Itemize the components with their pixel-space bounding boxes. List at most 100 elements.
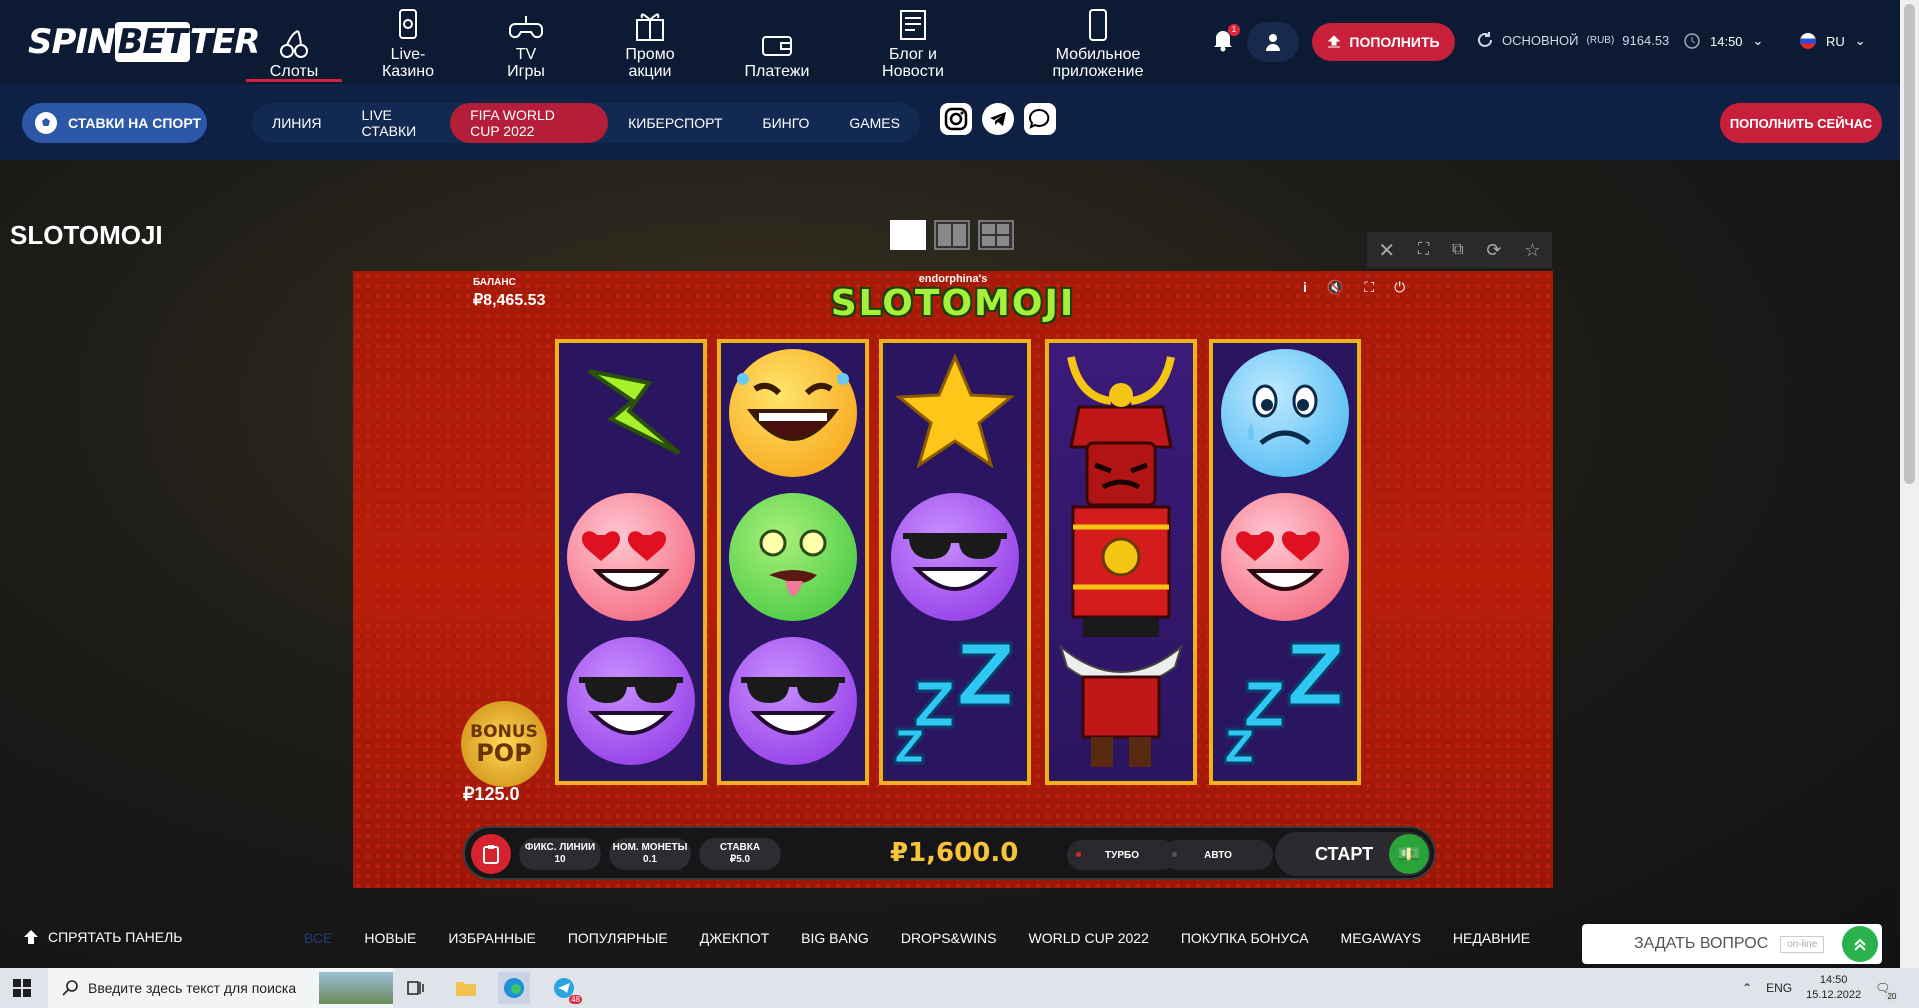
four-layout-button[interactable]: [978, 220, 1014, 250]
auto-toggle[interactable]: АВТО: [1163, 840, 1273, 870]
slot-game-frame[interactable]: БАЛАНС ₽8,465.53 endorphina's SLOTOMOJI …: [353, 271, 1553, 888]
single-layout-button[interactable]: [890, 220, 926, 250]
fullscreen-icon[interactable]: ⛶: [1418, 241, 1429, 259]
tab-games[interactable]: GAMES: [829, 103, 920, 143]
category-new[interactable]: НОВЫЕ: [364, 930, 416, 946]
turbo-toggle[interactable]: ТУРБО: [1067, 840, 1177, 870]
notifications-bell[interactable]: 1: [1212, 24, 1240, 54]
total-bet: ₽1,600.0: [890, 838, 1019, 868]
stake-control[interactable]: СТАВКА ₽5.0: [699, 838, 781, 870]
language-selector[interactable]: RU ⌄: [1800, 33, 1866, 49]
category-big-bang[interactable]: BIG BANG: [801, 930, 869, 946]
category-popular[interactable]: ПОПУЛЯРНЫЕ: [568, 930, 668, 946]
sunglasses-emoji: [889, 491, 1021, 623]
russia-flag-icon: [1800, 33, 1816, 49]
favorite-star-icon[interactable]: ☆: [1524, 240, 1540, 261]
hide-panel-label: СПРЯТАТЬ ПАНЕЛЬ: [48, 929, 183, 945]
category-recent[interactable]: НЕДАВНИЕ: [1453, 930, 1530, 946]
notification-count: 1: [1228, 24, 1240, 36]
nav-promo[interactable]: Промо акции: [610, 8, 690, 80]
telegram-app-icon[interactable]: 48: [548, 972, 582, 1004]
nav-blog[interactable]: Блог и Новости: [868, 8, 958, 80]
account-balance[interactable]: ОСНОВНОЙ (RUB) 9164.53: [1476, 31, 1669, 49]
deposit-button[interactable]: ПОПОЛНИТЬ: [1312, 23, 1455, 61]
ask-question-widget[interactable]: ЗАДАТЬ ВОПРОС on-line: [1582, 924, 1882, 964]
nav-tv-games[interactable]: TV Игры: [486, 8, 566, 80]
expand-chat-icon[interactable]: [1842, 926, 1878, 962]
nav-payments[interactable]: Платежи: [732, 8, 822, 80]
tab-live-bets[interactable]: LIVE СТАВКИ: [342, 103, 451, 143]
info-icon[interactable]: i: [1303, 279, 1307, 296]
popout-icon[interactable]: ⧉: [1452, 241, 1463, 259]
tab-line[interactable]: ЛИНИЯ: [252, 103, 342, 143]
instagram-link[interactable]: [940, 103, 972, 135]
coin-value-label: НОМ. МОНЕТЫ: [612, 842, 688, 853]
start-spin-button[interactable]: СТАРТ 💵: [1275, 832, 1431, 876]
taskbar-clock[interactable]: 14:50 15.12.2022: [1806, 973, 1861, 1003]
category-drops-wins[interactable]: DROPS&WINS: [901, 930, 997, 946]
nav-live-casino-label: Live- Казино: [381, 46, 435, 80]
sunglasses-face: [729, 637, 857, 765]
power-icon[interactable]: ⏻: [1394, 279, 1405, 296]
sports-betting-label: СТАВКИ НА СПОРТ: [68, 115, 202, 131]
category-jackpot[interactable]: ДЖЕКПОТ: [700, 930, 769, 946]
coin-value-control[interactable]: НОМ. МОНЕТЫ 0.1: [609, 838, 691, 870]
spinbetter-logo[interactable]: SPINBETTER: [28, 22, 260, 62]
telegram-link[interactable]: [982, 103, 1014, 135]
mute-icon[interactable]: 🔇: [1327, 279, 1344, 296]
sports-betting-button[interactable]: СТАВКИ НА СПОРТ: [22, 103, 207, 143]
chat-link[interactable]: [1024, 103, 1056, 135]
reel-2: [717, 339, 869, 785]
tab-bingo[interactable]: БИНГО: [742, 103, 829, 143]
paytable-button[interactable]: [471, 834, 511, 874]
coin-value-value: 0.1: [643, 854, 657, 865]
nav-live-casino[interactable]: Live- Казино: [368, 8, 448, 80]
notification-center-icon[interactable]: 🗨 20: [1875, 981, 1899, 1001]
chevron-up-icon[interactable]: ⌃: [1742, 981, 1752, 995]
stake-value: ₽5.0: [729, 854, 751, 865]
search-highlight-image: [319, 972, 393, 1004]
fullscreen-icon[interactable]: ⛶: [1364, 279, 1374, 296]
fixed-lines-control[interactable]: ФИКС. ЛИНИИ 10: [519, 838, 601, 870]
category-world-cup[interactable]: WORLD CUP 2022: [1029, 930, 1149, 946]
sad-emoji: [1219, 347, 1351, 479]
tab-esports[interactable]: КИБЕРСПОРТ: [608, 103, 742, 143]
nav-tv-games-label: TV Игры: [507, 46, 545, 80]
nav-blog-label: Блог и Новости: [882, 46, 944, 80]
user-profile-button[interactable]: [1247, 22, 1299, 62]
windows-start-icon[interactable]: [6, 972, 38, 1004]
game-categories: ВСЕ НОВЫЕ ИЗБРАННЫЕ ПОПУЛЯРНЫЕ ДЖЕКПОТ B…: [304, 930, 1530, 946]
nav-mobile-app[interactable]: Мобильное приложение: [1040, 8, 1156, 80]
hide-panel-button[interactable]: СПРЯТАТЬ ПАНЕЛЬ: [22, 928, 183, 946]
taskbar-date: 15.12.2022: [1806, 989, 1862, 1001]
bonus-pop-bottom: POP: [476, 739, 532, 767]
category-bonus-buy[interactable]: ПОКУПКА БОНУСА: [1181, 930, 1309, 946]
clock-icon: [1684, 33, 1700, 49]
category-all[interactable]: ВСЕ: [304, 930, 332, 946]
page-scrollbar[interactable]: [1900, 0, 1919, 968]
online-status: on-line: [1780, 935, 1825, 953]
tab-fifa-world-cup[interactable]: FIFA WORLD CUP 2022: [450, 103, 609, 143]
nav-slots[interactable]: Слоты: [246, 8, 342, 82]
task-view-icon[interactable]: [400, 972, 432, 1004]
reload-icon[interactable]: ⟳: [1486, 240, 1501, 261]
edge-browser-icon[interactable]: [498, 972, 530, 1004]
category-megaways[interactable]: MEGAWAYS: [1341, 930, 1421, 946]
taskbar-search[interactable]: Введите здесь текст для поиска: [48, 968, 393, 1008]
clock-selector[interactable]: 14:50 ⌄: [1684, 33, 1763, 49]
sick-emoji: [727, 491, 859, 623]
heart-eyes-face: [567, 493, 695, 621]
arrow-up-icon: [24, 930, 38, 944]
close-icon[interactable]: ✕: [1378, 238, 1395, 263]
file-explorer-icon[interactable]: [450, 972, 482, 1004]
scrollbar-thumb[interactable]: [1904, 4, 1915, 484]
deposit-now-button[interactable]: ПОПОЛНИТЬ СЕЙЧАС: [1720, 103, 1882, 143]
refresh-icon: [1478, 32, 1492, 47]
search-placeholder: Введите здесь текст для поиска: [88, 980, 297, 996]
samurai-icon: [1059, 356, 1183, 767]
reel-4: [1045, 339, 1197, 785]
turbo-label: ТУРБО: [1105, 849, 1139, 861]
two-layout-button[interactable]: [934, 220, 970, 250]
input-language[interactable]: ENG: [1766, 981, 1792, 995]
category-favorites[interactable]: ИЗБРАННЫЕ: [448, 930, 535, 946]
